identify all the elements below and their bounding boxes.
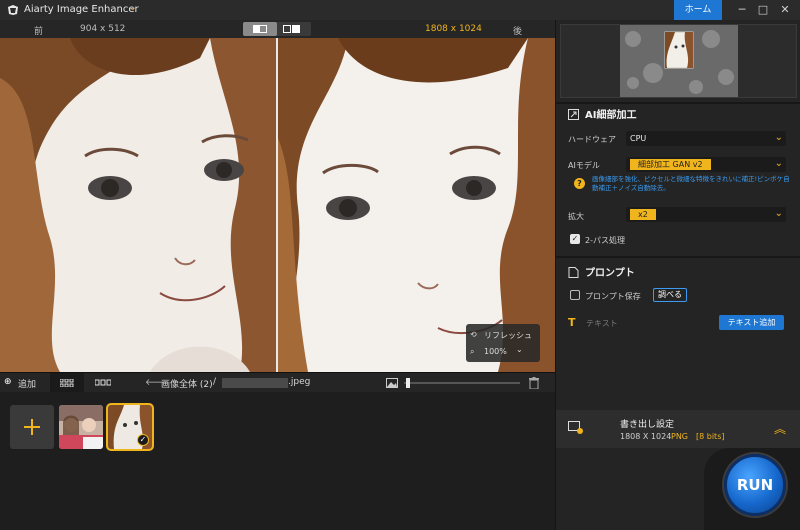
trash-icon[interactable] [529, 377, 539, 389]
prompt-section-title: プロンプト [585, 268, 635, 279]
add-circle-icon[interactable]: ⊕ [4, 377, 12, 387]
refresh-button[interactable]: ⟲ リフレッシュ [470, 327, 538, 343]
export-size: 1808 X 1024 [620, 432, 672, 441]
app-title: Aiarty Image Enhancer [24, 4, 139, 15]
add-image-button[interactable] [10, 405, 54, 449]
after-image [278, 38, 555, 372]
breadcrumb-all-images[interactable]: 画像全体 (2) [161, 377, 213, 390]
before-label: 前 [34, 27, 44, 37]
side-by-side-icon [283, 25, 291, 33]
after-size: 1808 x 1024 [425, 24, 482, 34]
ai-model-select[interactable]: 細部加工 GAN v2 ⌄ [626, 157, 786, 172]
export-title: 書き出し設定 [620, 420, 675, 430]
breadcrumb-separator: / [213, 377, 217, 387]
prompt-section-header: プロンプト [568, 264, 635, 279]
run-area: RUN [704, 448, 800, 530]
thumbnail-strip: ✓ [0, 392, 555, 530]
chevron-down-icon: ⌄ [774, 132, 783, 143]
ai-section-header: AI細部加工 [568, 106, 636, 121]
inspect-button[interactable]: 調べる [653, 288, 687, 302]
compare-bar: 前 904 x 512 1808 x 1024 後 [0, 20, 555, 38]
chevron-down-icon: ⌄ [774, 208, 783, 219]
ai-model-hint: 画像細部を強化、ピクセルと微細な特徴をきれいに補正!ピンボケ自動補正＋ノイズ自動… [592, 175, 790, 192]
two-pass-label: 2-パス処理 [585, 236, 625, 245]
separator [556, 102, 800, 104]
magnifier-icon: ⌕ [470, 347, 475, 356]
two-pass-checkbox[interactable]: ✓ [570, 234, 580, 244]
export-settings-icon [568, 421, 583, 434]
image-viewer[interactable]: ⟲ リフレッシュ ⌕ 100% ⌄ [0, 38, 555, 372]
view-mode-toggle[interactable] [243, 22, 311, 36]
chevron-down-icon: ⌄ [774, 158, 783, 169]
refresh-icon: ⟲ [470, 330, 477, 339]
run-button[interactable]: RUN [724, 454, 786, 516]
thumbnail-toolbar: ⊕ 追加 🡐 画像全体 (2) / .jpeg [0, 372, 555, 393]
close-icon[interactable]: ✕ [776, 2, 794, 18]
grid-view-tab[interactable] [50, 373, 84, 393]
add-button[interactable]: 追加 [18, 377, 36, 390]
refresh-label: リフレッシュ [484, 331, 532, 340]
minimize-icon[interactable]: ─ [733, 2, 751, 18]
scale-value: x2 [630, 209, 656, 220]
before-image [0, 38, 276, 372]
app-logo-icon [8, 5, 18, 15]
export-format: PNG [671, 432, 689, 441]
text-tool-icon: T [568, 316, 576, 329]
before-size: 904 x 512 [80, 24, 126, 34]
add-text-button[interactable]: テキスト追加 [719, 315, 784, 330]
masked-filename [222, 378, 288, 388]
export-settings[interactable]: 書き出し設定 1808 X 1024 PNG [8 bits] ︽ [556, 410, 800, 448]
after-label: 後 [513, 27, 523, 37]
ai-model-label: AIモデル [568, 161, 600, 170]
thumbnail-item-selected[interactable]: ✓ [106, 403, 154, 451]
prompt-save-checkbox[interactable] [570, 290, 580, 300]
slider-handle[interactable] [406, 378, 410, 388]
help-icon[interactable]: ? [574, 178, 585, 189]
thumbnail-item[interactable] [59, 405, 103, 449]
zoom-control: ⟲ リフレッシュ ⌕ 100% ⌄ [466, 324, 540, 362]
image-icon [386, 378, 398, 388]
zoom-dropdown-icon: ⌄ [516, 345, 523, 354]
export-bits: [8 bits] [696, 432, 725, 441]
navigator-preview[interactable] [560, 24, 797, 98]
enhance-icon [568, 109, 579, 120]
ai-model-value: 細部加工 GAN v2 [630, 159, 711, 170]
hardware-label: ハードウェア [568, 135, 616, 144]
split-view-icon [253, 25, 267, 33]
side-by-side-view-button[interactable] [277, 22, 311, 36]
hardware-value: CPU [630, 134, 647, 143]
maximize-icon[interactable]: □ [754, 2, 772, 18]
chevron-down-icon[interactable]: ⌄ [129, 3, 137, 13]
list-view-tab[interactable] [86, 373, 120, 393]
zoom-value: 100% [484, 347, 507, 356]
settings-panel: AI細部加工 ハードウェア CPU ⌄ AIモデル 細部加工 GAN v2 ⌄ … [555, 20, 800, 530]
home-button[interactable]: ホーム [674, 0, 722, 20]
title-bar: Aiarty Image Enhancer ⌄ ホーム ─ □ ✕ [0, 0, 800, 20]
selected-check-icon: ✓ [137, 434, 149, 446]
scale-label: 拡大 [568, 212, 584, 221]
grid-icon [60, 379, 74, 387]
separator [556, 256, 800, 258]
hardware-select[interactable]: CPU ⌄ [626, 131, 786, 146]
chevron-up-icon[interactable]: ︽ [774, 420, 786, 437]
text-label: テキスト [586, 319, 618, 328]
prompt-save-label: プロンプト保存 [585, 292, 641, 301]
zoom-select[interactable]: ⌕ 100% ⌄ [470, 344, 538, 360]
file-extension: .jpeg [288, 377, 311, 387]
filmstrip-icon [95, 379, 111, 386]
ai-section-title: AI細部加工 [585, 110, 637, 121]
scale-select[interactable]: x2 ⌄ [626, 207, 786, 222]
side-by-side-icon-right [292, 25, 300, 33]
document-icon [568, 267, 579, 278]
thumbnail-size-slider[interactable] [404, 382, 520, 384]
split-view-button[interactable] [243, 22, 277, 36]
